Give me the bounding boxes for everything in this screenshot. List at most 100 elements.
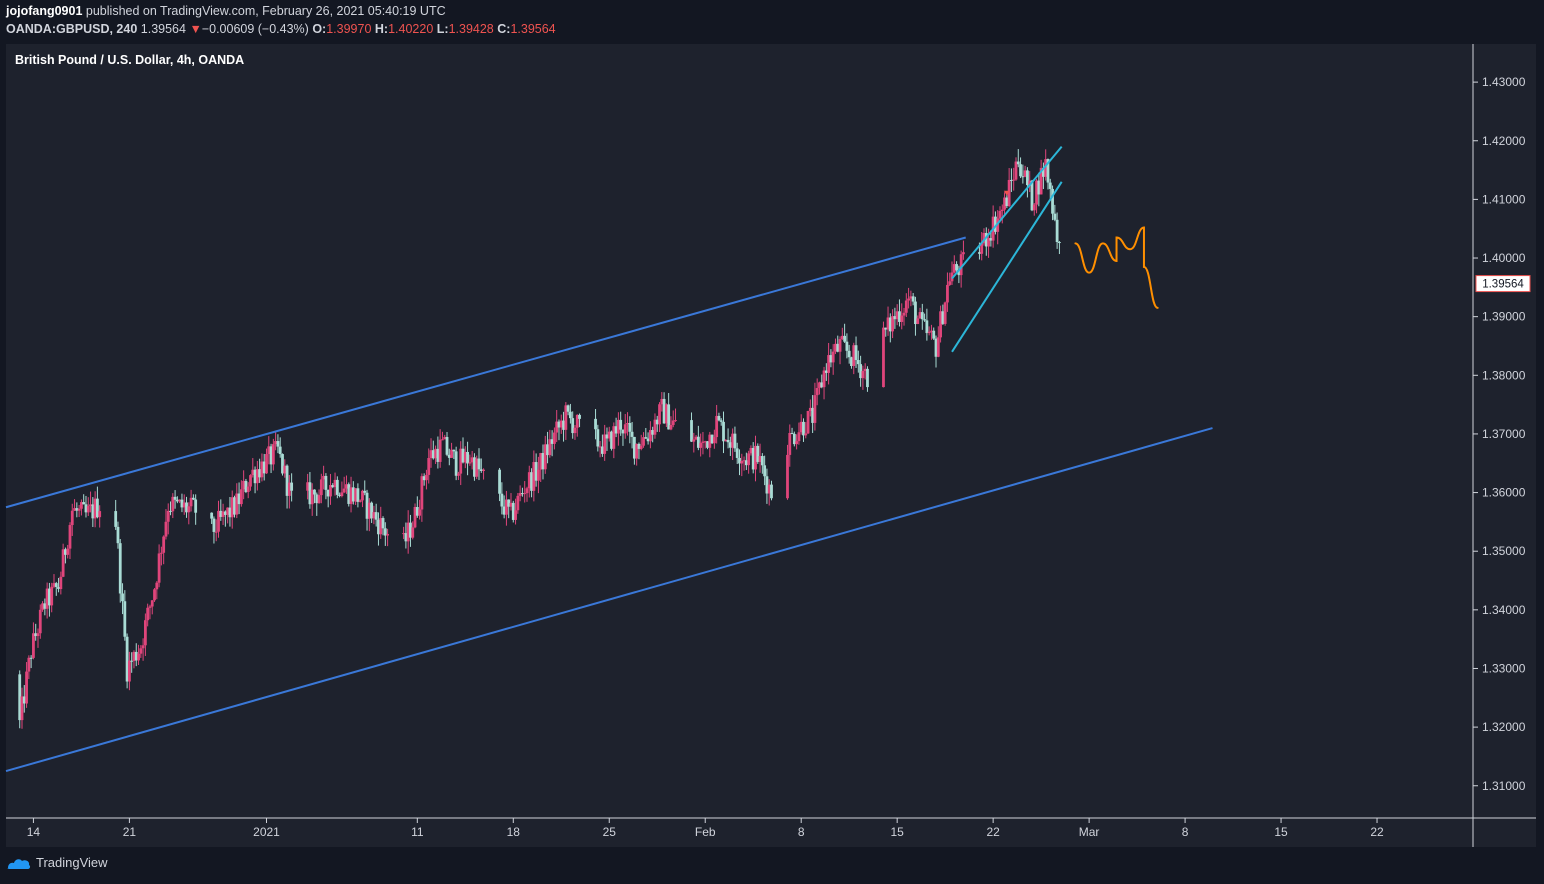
candle-body [54,583,58,587]
candle-body [166,510,170,522]
y-tick-label: 1.41000 [1482,192,1526,206]
candle-body [356,488,360,502]
candle-body [916,318,920,325]
candle-body [962,252,965,255]
candle-body [66,548,70,555]
candle-body [141,645,145,649]
candle-body [573,427,577,434]
candle-body [32,633,35,658]
candle-body [920,312,924,320]
x-tick-label: 2021 [253,825,280,839]
last-price-label: 1.39564 [1482,279,1524,291]
x-tick-label: Feb [695,825,716,839]
candle-body [813,395,817,423]
y-tick-label: 1.35000 [1482,544,1526,558]
candle-body [59,576,63,590]
candle-body [1055,219,1059,243]
x-tick-label: 14 [27,825,41,839]
x-tick-label: 8 [798,825,805,839]
candle-body [340,492,344,497]
candle-body [477,458,481,470]
candle-body [148,606,152,608]
candle-body [482,469,485,471]
candle-body [658,404,661,425]
candle-body [815,388,819,396]
candle-body [98,511,102,518]
candle-body [847,350,851,358]
candle-body [630,431,634,437]
candle-body [466,451,469,464]
candle-body [418,509,421,516]
candle-body [959,254,963,276]
candle-body [838,339,842,352]
candle-body [722,421,725,442]
candle-body [795,441,799,445]
y-tick-label: 1.32000 [1482,720,1526,734]
x-tick-label: 11 [411,825,424,839]
price-chart[interactable]: British Pound / U.S. Dollar, 4h, OANDA 1… [0,0,1544,884]
candle-body [438,439,442,462]
candle-body [806,410,810,434]
candle-body [537,469,540,481]
candle-body [210,512,214,519]
candle-body [452,449,456,452]
chart-pane-background [6,44,1536,847]
candle-body [271,444,275,465]
candle-body [854,345,858,360]
candle-body [639,445,643,449]
candle-body [553,432,556,444]
candle-body [381,518,385,529]
candle-body [692,439,696,442]
candle-body [276,441,280,447]
x-tick-label: 15 [890,825,904,839]
candle-body [936,337,940,357]
candle-body [735,448,739,458]
candle-body [468,462,472,464]
candle-body [1048,182,1052,189]
candle-body [265,454,268,474]
candle-body [114,511,118,527]
candle-body [904,300,908,313]
x-tick-label: 8 [1182,825,1189,839]
candle-body [726,439,730,443]
candle-body [342,488,346,493]
last-price-marker: 1.39564 [1475,275,1531,293]
candle-body [594,418,597,430]
candle-body [427,458,431,475]
candle-body [214,531,218,533]
candle-body [923,319,926,321]
footer-brand[interactable]: TradingView [6,855,108,870]
x-tick-label: 22 [1370,825,1384,839]
candle-body [619,419,623,430]
candle-body [411,527,415,538]
candle-body [246,486,250,492]
candle-body [946,284,949,303]
y-tick-label: 1.37000 [1482,427,1526,441]
y-tick-label: 1.38000 [1482,368,1526,382]
candle-body [70,510,74,526]
candle-body [162,536,166,553]
candle-body [498,469,501,494]
candle-body [525,488,529,494]
candle-body [596,429,600,447]
candle-body [363,490,367,493]
candle-body [717,415,721,421]
candle-body [998,211,1002,219]
candle-body [882,327,885,388]
candle-body [925,320,929,334]
candle-body [157,553,161,583]
candle-body [900,315,904,322]
candle-body [802,421,805,436]
candle-body [788,432,792,455]
candle-body [454,451,458,476]
candle-body [907,298,910,301]
candle-body [36,633,40,637]
candle-body [845,341,849,351]
candle-body [335,479,339,495]
candle-body [278,446,282,455]
candle-body [674,420,677,422]
candle-body [116,526,120,544]
candle-body [566,405,570,412]
y-tick-label: 1.36000 [1482,486,1526,500]
candle-body [425,474,428,481]
